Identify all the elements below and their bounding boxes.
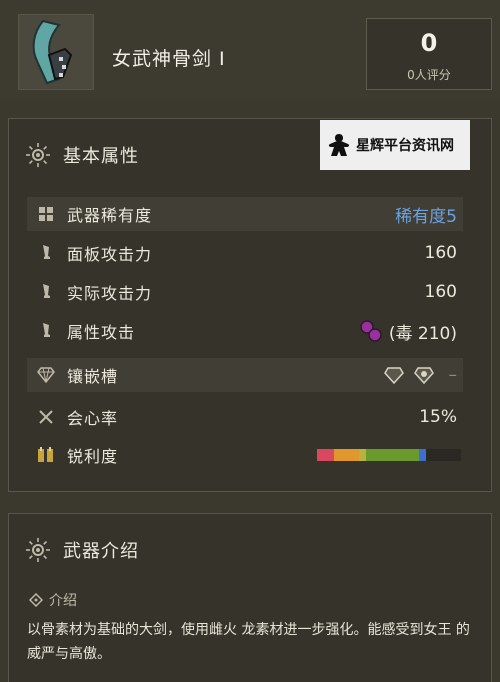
weapon-name: 女武神骨剑 I xyxy=(112,48,226,70)
meeple-icon xyxy=(328,134,350,156)
sharpness-bar xyxy=(317,449,461,461)
great-sword-icon xyxy=(32,19,73,85)
grid-icon xyxy=(37,205,55,223)
decoration-slot-icon xyxy=(383,367,404,385)
blade-icon xyxy=(37,322,55,340)
sharpness-segment xyxy=(365,449,420,461)
rating-box[interactable]: 0 0人评分 xyxy=(366,18,492,90)
blade-icon xyxy=(37,244,55,262)
true-attack-value: 160 xyxy=(424,282,457,302)
attr-label: 锐利度 xyxy=(67,447,119,466)
intro-subtitle: 介绍 xyxy=(49,593,77,609)
attr-label: 镶嵌槽 xyxy=(67,367,119,386)
panel-header: 武器介绍 xyxy=(25,536,139,564)
sharpness-segment xyxy=(426,449,461,461)
weapon-thumbnail xyxy=(18,14,94,90)
panel-header: 基本属性 xyxy=(25,141,139,169)
sun-emblem-icon xyxy=(26,538,50,562)
panel-title: 基本属性 xyxy=(63,146,139,167)
attr-row-rarity: 武器稀有度 稀有度5 xyxy=(27,197,463,231)
weapon-header: 女武神骨剑 I 0 0人评分 xyxy=(0,0,500,100)
watermark: 星辉平台资讯网 xyxy=(320,120,470,170)
intro-subheading: 介绍 xyxy=(29,590,77,610)
sharpness-segment xyxy=(317,449,335,461)
sun-emblem-icon xyxy=(26,143,50,167)
attr-label: 面板攻击力 xyxy=(67,245,153,264)
gem-icon xyxy=(37,366,55,384)
attr-row-affinity: 会心率 15% xyxy=(27,400,463,434)
watermark-text: 星辉平台资讯网 xyxy=(356,138,454,154)
attr-row-display-attack: 面板攻击力 160 xyxy=(27,236,463,270)
attr-row-slots: 镶嵌槽 – xyxy=(27,358,463,392)
sharpness-icon xyxy=(37,446,55,464)
slots-empty-value: – xyxy=(448,365,458,385)
panel-title: 武器介绍 xyxy=(63,541,139,562)
attr-label: 会心率 xyxy=(67,409,119,428)
crossed-swords-icon xyxy=(37,408,55,426)
attr-label: 实际攻击力 xyxy=(67,284,153,303)
diamond-icon xyxy=(29,593,43,607)
rating-value: 0 xyxy=(420,29,438,57)
rarity-value: 稀有度5 xyxy=(395,206,457,227)
intro-description: 以骨素材为基础的大剑，使用雌火 龙素材进一步强化。能感受到女王 的威严与高傲。 xyxy=(27,622,470,662)
attr-row-element-attack: 属性攻击 (毒 210) xyxy=(27,314,463,348)
weapon-intro-panel: 武器介绍 介绍 以骨素材为基础的大剑，使用雌火 龙素材进一步强化。能感受到女王 … xyxy=(8,513,492,682)
display-attack-value: 160 xyxy=(424,243,457,263)
attr-label: 属性攻击 xyxy=(67,323,136,342)
rating-label: 0人评分 xyxy=(407,68,451,82)
sharpness-segment xyxy=(419,449,427,461)
decoration-slot-icon xyxy=(413,367,434,385)
attr-row-sharpness: 锐利度 xyxy=(27,438,463,472)
affinity-value: 15% xyxy=(419,407,457,427)
sharpness-segment xyxy=(358,449,366,461)
attr-row-true-attack: 实际攻击力 160 xyxy=(27,275,463,309)
attr-label: 武器稀有度 xyxy=(67,206,153,225)
element-attack-value: (毒 210) xyxy=(388,323,457,344)
sharpness-segment xyxy=(334,449,359,461)
blade-icon xyxy=(37,283,55,301)
poison-icon xyxy=(360,320,382,342)
